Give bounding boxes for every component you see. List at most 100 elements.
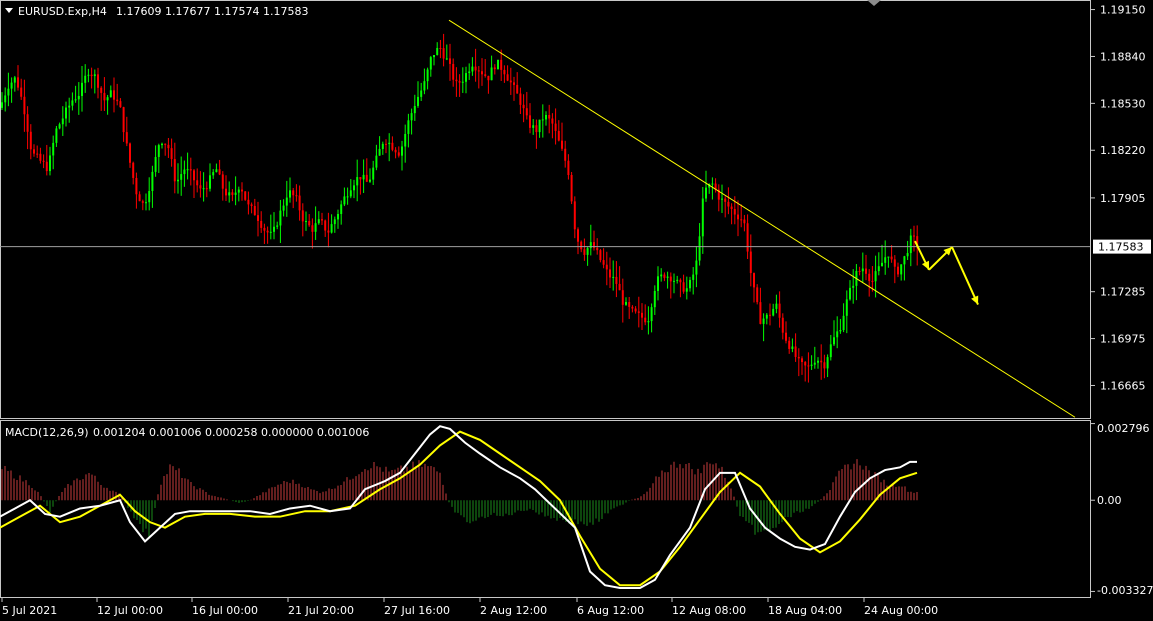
candle-body [631,306,634,309]
candle-body [250,204,253,206]
candle-body [471,66,474,72]
candle-body [404,133,407,147]
candle-body [554,123,557,131]
candle-body [689,279,691,289]
candle-body [503,69,506,75]
candle-body [701,198,704,237]
candle-body [369,179,371,182]
macd-label: MACD(12,26,9) [5,426,89,439]
candle-body [234,192,237,195]
candle-body [461,81,464,83]
candle-body [762,318,765,324]
candle-body [900,264,903,275]
candle-body [519,93,522,105]
candle-body [769,314,771,316]
candle-body [324,220,327,231]
candle-body [557,130,560,141]
candle-body [84,75,87,83]
price-tick-label: 1.17285 [1100,286,1146,299]
candle-body [285,197,288,206]
time-tick-label: 16 Jul 00:00 [192,604,258,617]
candle-body [791,346,794,349]
time-tick-label: 2 Aug 12:00 [480,604,547,617]
candle-body [77,95,80,100]
price-tick-label: 1.18220 [1100,144,1146,157]
candle-body [177,179,179,182]
candle-body [679,279,682,283]
candle-body [749,251,752,274]
candle-body [349,190,352,197]
candle-body [410,113,413,121]
candle-body [42,160,45,162]
candle-body [865,268,867,274]
candle-body [247,199,250,205]
candle-body [381,143,384,149]
candle-body [906,253,909,257]
time-tick-label: 18 Aug 04:00 [768,604,842,617]
candle-body [644,317,647,323]
candle-body [756,287,759,303]
time-tick-label: 24 Aug 00:00 [864,604,938,617]
candle-body [317,219,320,224]
candle-body [711,183,714,185]
candle-body [359,177,362,180]
candle-body [173,159,176,182]
candle-body [909,235,912,254]
candle-body [154,156,157,172]
candle-body [465,73,467,82]
candle-body [551,118,554,124]
candle-body [785,332,787,341]
candle-body [468,71,471,74]
candle-body [394,149,397,153]
candle-body [634,308,637,312]
candle-body [772,308,775,316]
candle-body [657,276,659,291]
candle-body [887,256,890,258]
candle-body [737,214,739,220]
symbol-header[interactable]: EURUSD.Exp,H4 1.17609 1.17677 1.17574 1.… [5,5,308,18]
candle-body [413,105,416,114]
candle-body [74,99,77,101]
ohlc-values: 1.17609 1.17677 1.17574 1.17583 [116,5,308,18]
candle-body [167,144,170,149]
candle-body [609,269,611,278]
candle-body [186,169,189,171]
chart-canvas[interactable]: 1.19150 1.18840 1.18530 1.18220 1.17905 1.172… [0,0,1153,621]
candle-body [401,146,403,156]
candle-body [205,188,208,190]
candle-body [135,177,138,195]
candle-body [746,223,749,252]
candle-body [145,202,147,204]
candle-body [458,81,461,83]
candle-body [420,90,423,97]
price-tick-label: 1.18530 [1100,97,1146,110]
candle-body [445,58,448,60]
candle-body [852,285,855,288]
candle-body [218,169,221,175]
candle-body [596,247,599,251]
candle-body [244,191,247,200]
candle-body [692,274,695,280]
candle-body [452,63,455,80]
candle-body [55,128,58,143]
candle-body [209,175,211,189]
candle-body [695,260,698,275]
candle-body [180,174,183,180]
candle-body [897,266,899,275]
candle-body [253,205,256,216]
candle-body [775,303,778,309]
candle-body [193,170,195,181]
candle-body [871,280,874,282]
candle-body [730,206,733,210]
macd-tick-label: 0.002796 [1097,422,1150,435]
candle-body [263,227,266,231]
candle-body [141,201,144,203]
candle-body [522,104,525,109]
candle-body [125,132,128,144]
candle-body [548,114,551,119]
candle-body [567,160,570,175]
candle-body [721,198,723,200]
candle-body [397,152,400,156]
candle-body [157,145,160,157]
price-tick-label: 1.16975 [1100,333,1146,346]
